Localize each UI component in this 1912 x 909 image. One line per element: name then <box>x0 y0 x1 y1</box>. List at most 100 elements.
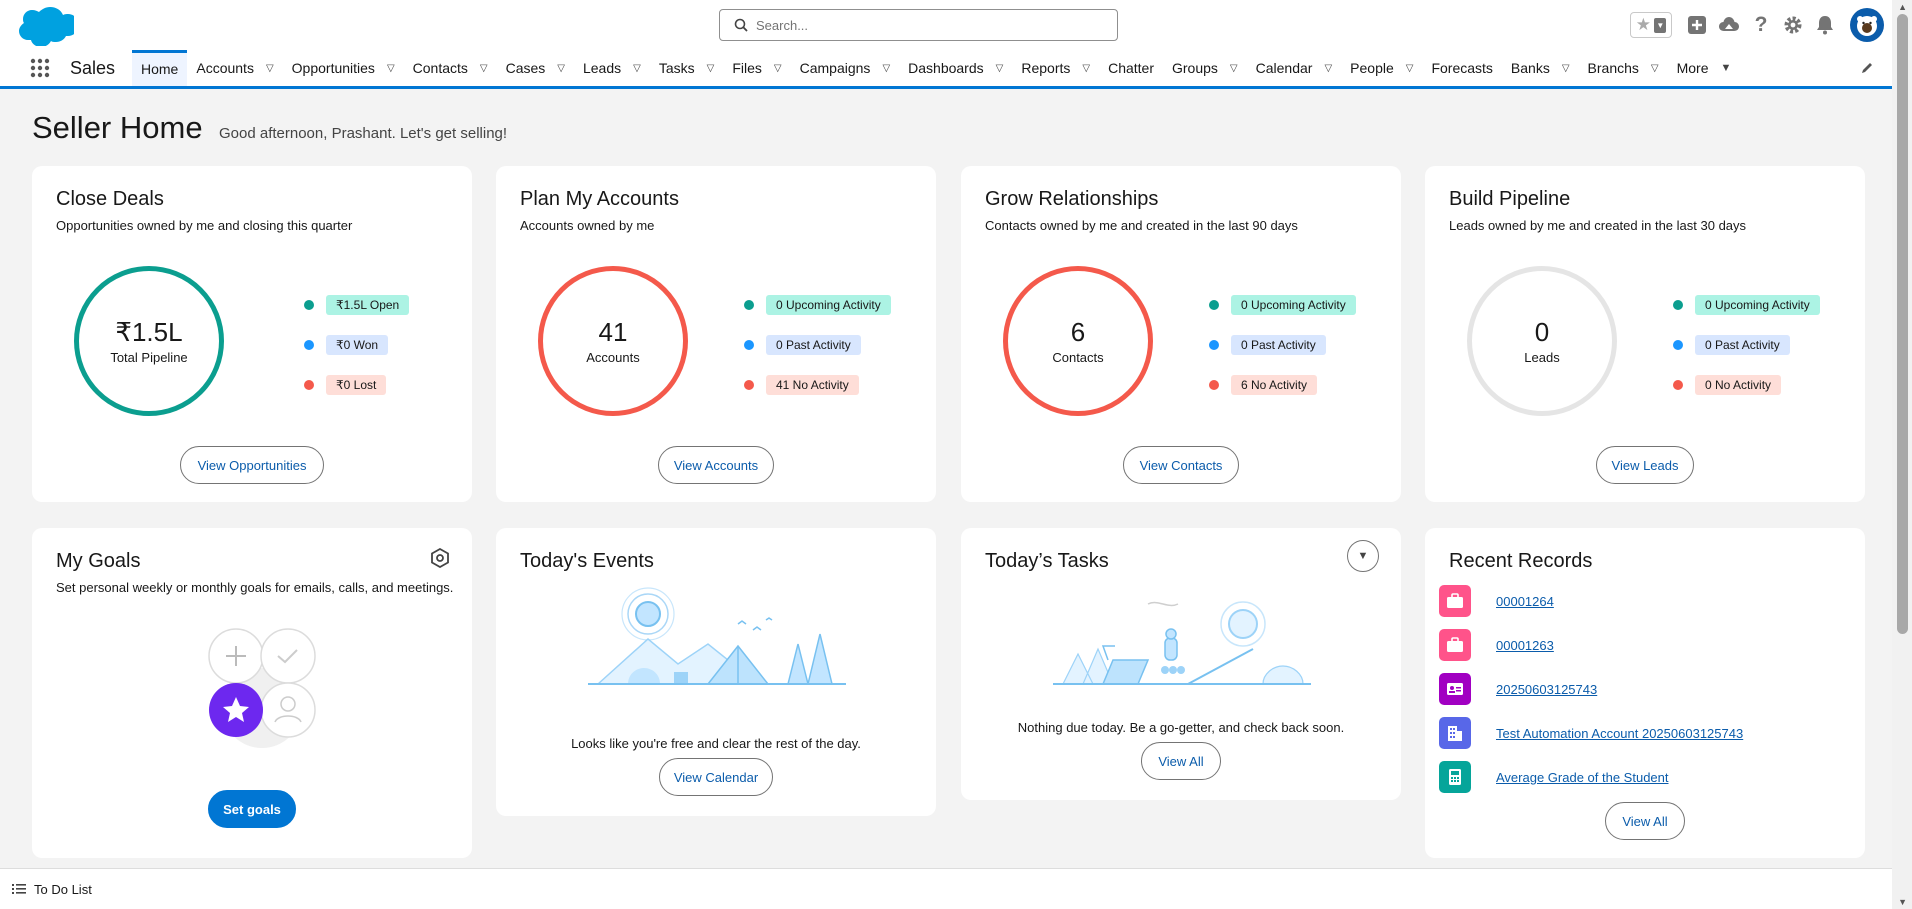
edit-nav-pencil-icon[interactable] <box>1860 50 1892 86</box>
legend-row-lost[interactable]: ₹0 Lost <box>304 365 409 405</box>
legend-dot <box>304 340 314 350</box>
nav-tab-people[interactable]: People ▽ <box>1341 50 1422 86</box>
view-contacts-button[interactable]: View Contacts <box>1123 446 1239 484</box>
view-leads-button[interactable]: View Leads <box>1596 446 1694 484</box>
legend-dot <box>1673 300 1683 310</box>
legend-row-upcoming[interactable]: 0 Upcoming Activity <box>1673 285 1820 325</box>
goals-settings-icon[interactable] <box>430 547 450 571</box>
nav-tab-tasks[interactable]: Tasks ▽ <box>650 50 724 86</box>
chevron-down-icon[interactable]: ▽ <box>387 63 395 74</box>
total-pipeline-ring[interactable]: ₹1.5L Total Pipeline <box>74 266 224 416</box>
legend-row-upcoming[interactable]: 0 Upcoming Activity <box>1209 285 1356 325</box>
search-icon <box>734 18 748 32</box>
nav-tab-reports[interactable]: Reports ▽ <box>1012 50 1099 86</box>
legend-pill: ₹1.5L Open <box>326 295 410 315</box>
view-all-tasks-button[interactable]: View All <box>1141 742 1221 780</box>
chevron-down-icon[interactable]: ▽ <box>1230 63 1238 74</box>
card-title: Today's Events <box>520 550 654 572</box>
chevron-down-icon[interactable]: ▽ <box>633 63 641 74</box>
trailhead-icon[interactable] <box>1718 14 1740 36</box>
nav-tab-home[interactable]: Home <box>132 50 188 86</box>
favorites-menu-icon[interactable]: ▼ <box>1654 17 1667 33</box>
nav-tab-banks[interactable]: Banks ▽ <box>1502 50 1579 86</box>
nav-tab-branchs[interactable]: Branchs ▽ <box>1579 50 1668 86</box>
accounts-legend: 0 Upcoming Activity 0 Past Activity 41 N… <box>744 285 891 405</box>
view-accounts-button[interactable]: View Accounts <box>658 446 774 484</box>
tasks-filter-dropdown-icon[interactable]: ▼ <box>1347 540 1379 572</box>
nav-tab-accounts[interactable]: Accounts ▽ <box>187 50 282 86</box>
leads-ring[interactable]: 0 Leads <box>1467 266 1617 416</box>
nav-tab-groups[interactable]: Groups ▽ <box>1163 50 1247 86</box>
favorites-star-icon[interactable]: ★ <box>1636 15 1651 35</box>
chevron-down-icon[interactable]: ▽ <box>557 63 565 74</box>
help-icon[interactable]: ? <box>1750 13 1772 36</box>
nav-tab-opportunities[interactable]: Opportunities ▽ <box>283 50 404 86</box>
scroll-up-arrow-icon[interactable]: ▲ <box>1898 2 1907 12</box>
legend-dot <box>1673 380 1683 390</box>
chevron-down-icon[interactable]: ▽ <box>1082 63 1090 74</box>
nav-tab-cases[interactable]: Cases ▽ <box>497 50 574 86</box>
chevron-down-icon[interactable]: ▽ <box>1562 63 1570 74</box>
view-calendar-button[interactable]: View Calendar <box>659 758 773 796</box>
legend-row-none[interactable]: 41 No Activity <box>744 365 891 405</box>
chevron-down-icon[interactable]: ▽ <box>882 63 890 74</box>
view-opportunities-button[interactable]: View Opportunities <box>180 446 324 484</box>
nav-tab-more[interactable]: More ▼ <box>1668 50 1741 86</box>
nav-tab-files[interactable]: Files ▽ <box>723 50 790 86</box>
page-scrollbar[interactable]: ▲ ▼ <box>1892 0 1912 909</box>
chevron-down-icon[interactable]: ▽ <box>996 63 1004 74</box>
salesforce-logo[interactable] <box>14 6 74 46</box>
set-goals-button[interactable]: Set goals <box>208 790 296 828</box>
accounts-ring[interactable]: 41 Accounts <box>538 266 688 416</box>
legend-pill: 41 No Activity <box>766 375 859 395</box>
nav-tab-calendar[interactable]: Calendar ▽ <box>1247 50 1342 86</box>
global-add-icon[interactable] <box>1686 14 1708 36</box>
nav-tab-label: Files <box>732 60 762 76</box>
recent-record-link[interactable]: 00001264 <box>1496 594 1554 609</box>
nav-tab-leads[interactable]: Leads ▽ <box>574 50 650 86</box>
nav-tab-chatter[interactable]: Chatter <box>1099 50 1163 86</box>
goals-illustration <box>208 628 316 748</box>
nav-tab-label: Forecasts <box>1431 60 1493 76</box>
app-launcher-icon[interactable] <box>10 50 70 86</box>
legend-row-past[interactable]: 0 Past Activity <box>1209 325 1356 365</box>
view-all-records-button[interactable]: View All <box>1605 802 1685 840</box>
legend-pill: 0 Upcoming Activity <box>1231 295 1356 315</box>
legend-row-upcoming[interactable]: 0 Upcoming Activity <box>744 285 891 325</box>
nav-tab-dashboards[interactable]: Dashboards ▽ <box>899 50 1012 86</box>
favorites-button[interactable]: ★ ▼ <box>1630 12 1672 38</box>
scroll-down-arrow-icon[interactable]: ▼ <box>1898 897 1907 907</box>
legend-row-none[interactable]: 0 No Activity <box>1673 365 1820 405</box>
recent-record-link[interactable]: 00001263 <box>1496 638 1554 653</box>
recent-record-link[interactable]: 20250603125743 <box>1496 682 1597 697</box>
chevron-down-icon[interactable]: ▽ <box>774 63 782 74</box>
recent-record-link[interactable]: Test Automation Account 20250603125743 <box>1496 726 1743 741</box>
notifications-bell-icon[interactable] <box>1814 14 1836 36</box>
nav-tab-campaigns[interactable]: Campaigns ▽ <box>791 50 900 86</box>
legend-row-past[interactable]: 0 Past Activity <box>744 325 891 365</box>
chevron-down-icon[interactable]: ▽ <box>266 63 274 74</box>
legend-row-won[interactable]: ₹0 Won <box>304 325 409 365</box>
greeting-text: Good afternoon, Prashant. Let's get sell… <box>219 125 508 142</box>
nav-tab-label: Chatter <box>1108 60 1154 76</box>
nav-tab-forecasts[interactable]: Forecasts <box>1422 50 1501 86</box>
todo-list-item[interactable]: To Do List <box>12 882 92 897</box>
chevron-down-icon[interactable]: ▽ <box>1406 63 1414 74</box>
chevron-down-icon[interactable]: ▽ <box>1324 63 1332 74</box>
global-search-input[interactable]: Search... <box>719 9 1118 41</box>
legend-row-past[interactable]: 0 Past Activity <box>1673 325 1820 365</box>
recent-record-item: Average Grade of the Student <box>1439 761 1669 793</box>
chevron-down-icon[interactable]: ▽ <box>480 63 488 74</box>
contacts-ring[interactable]: 6 Contacts <box>1003 266 1153 416</box>
chevron-down-icon[interactable]: ▽ <box>1651 63 1659 74</box>
setup-gear-icon[interactable] <box>1782 14 1804 36</box>
legend-row-open[interactable]: ₹1.5L Open <box>304 285 410 325</box>
caret-down-icon[interactable]: ▼ <box>1721 62 1732 74</box>
nav-tab-contacts[interactable]: Contacts ▽ <box>404 50 497 86</box>
legend-row-none[interactable]: 6 No Activity <box>1209 365 1356 405</box>
nav-tab-label: Tasks <box>658 60 695 76</box>
scrollbar-thumb[interactable] <box>1897 14 1908 634</box>
user-avatar[interactable] <box>1850 8 1884 42</box>
recent-record-link[interactable]: Average Grade of the Student <box>1496 770 1669 785</box>
chevron-down-icon[interactable]: ▽ <box>707 63 715 74</box>
